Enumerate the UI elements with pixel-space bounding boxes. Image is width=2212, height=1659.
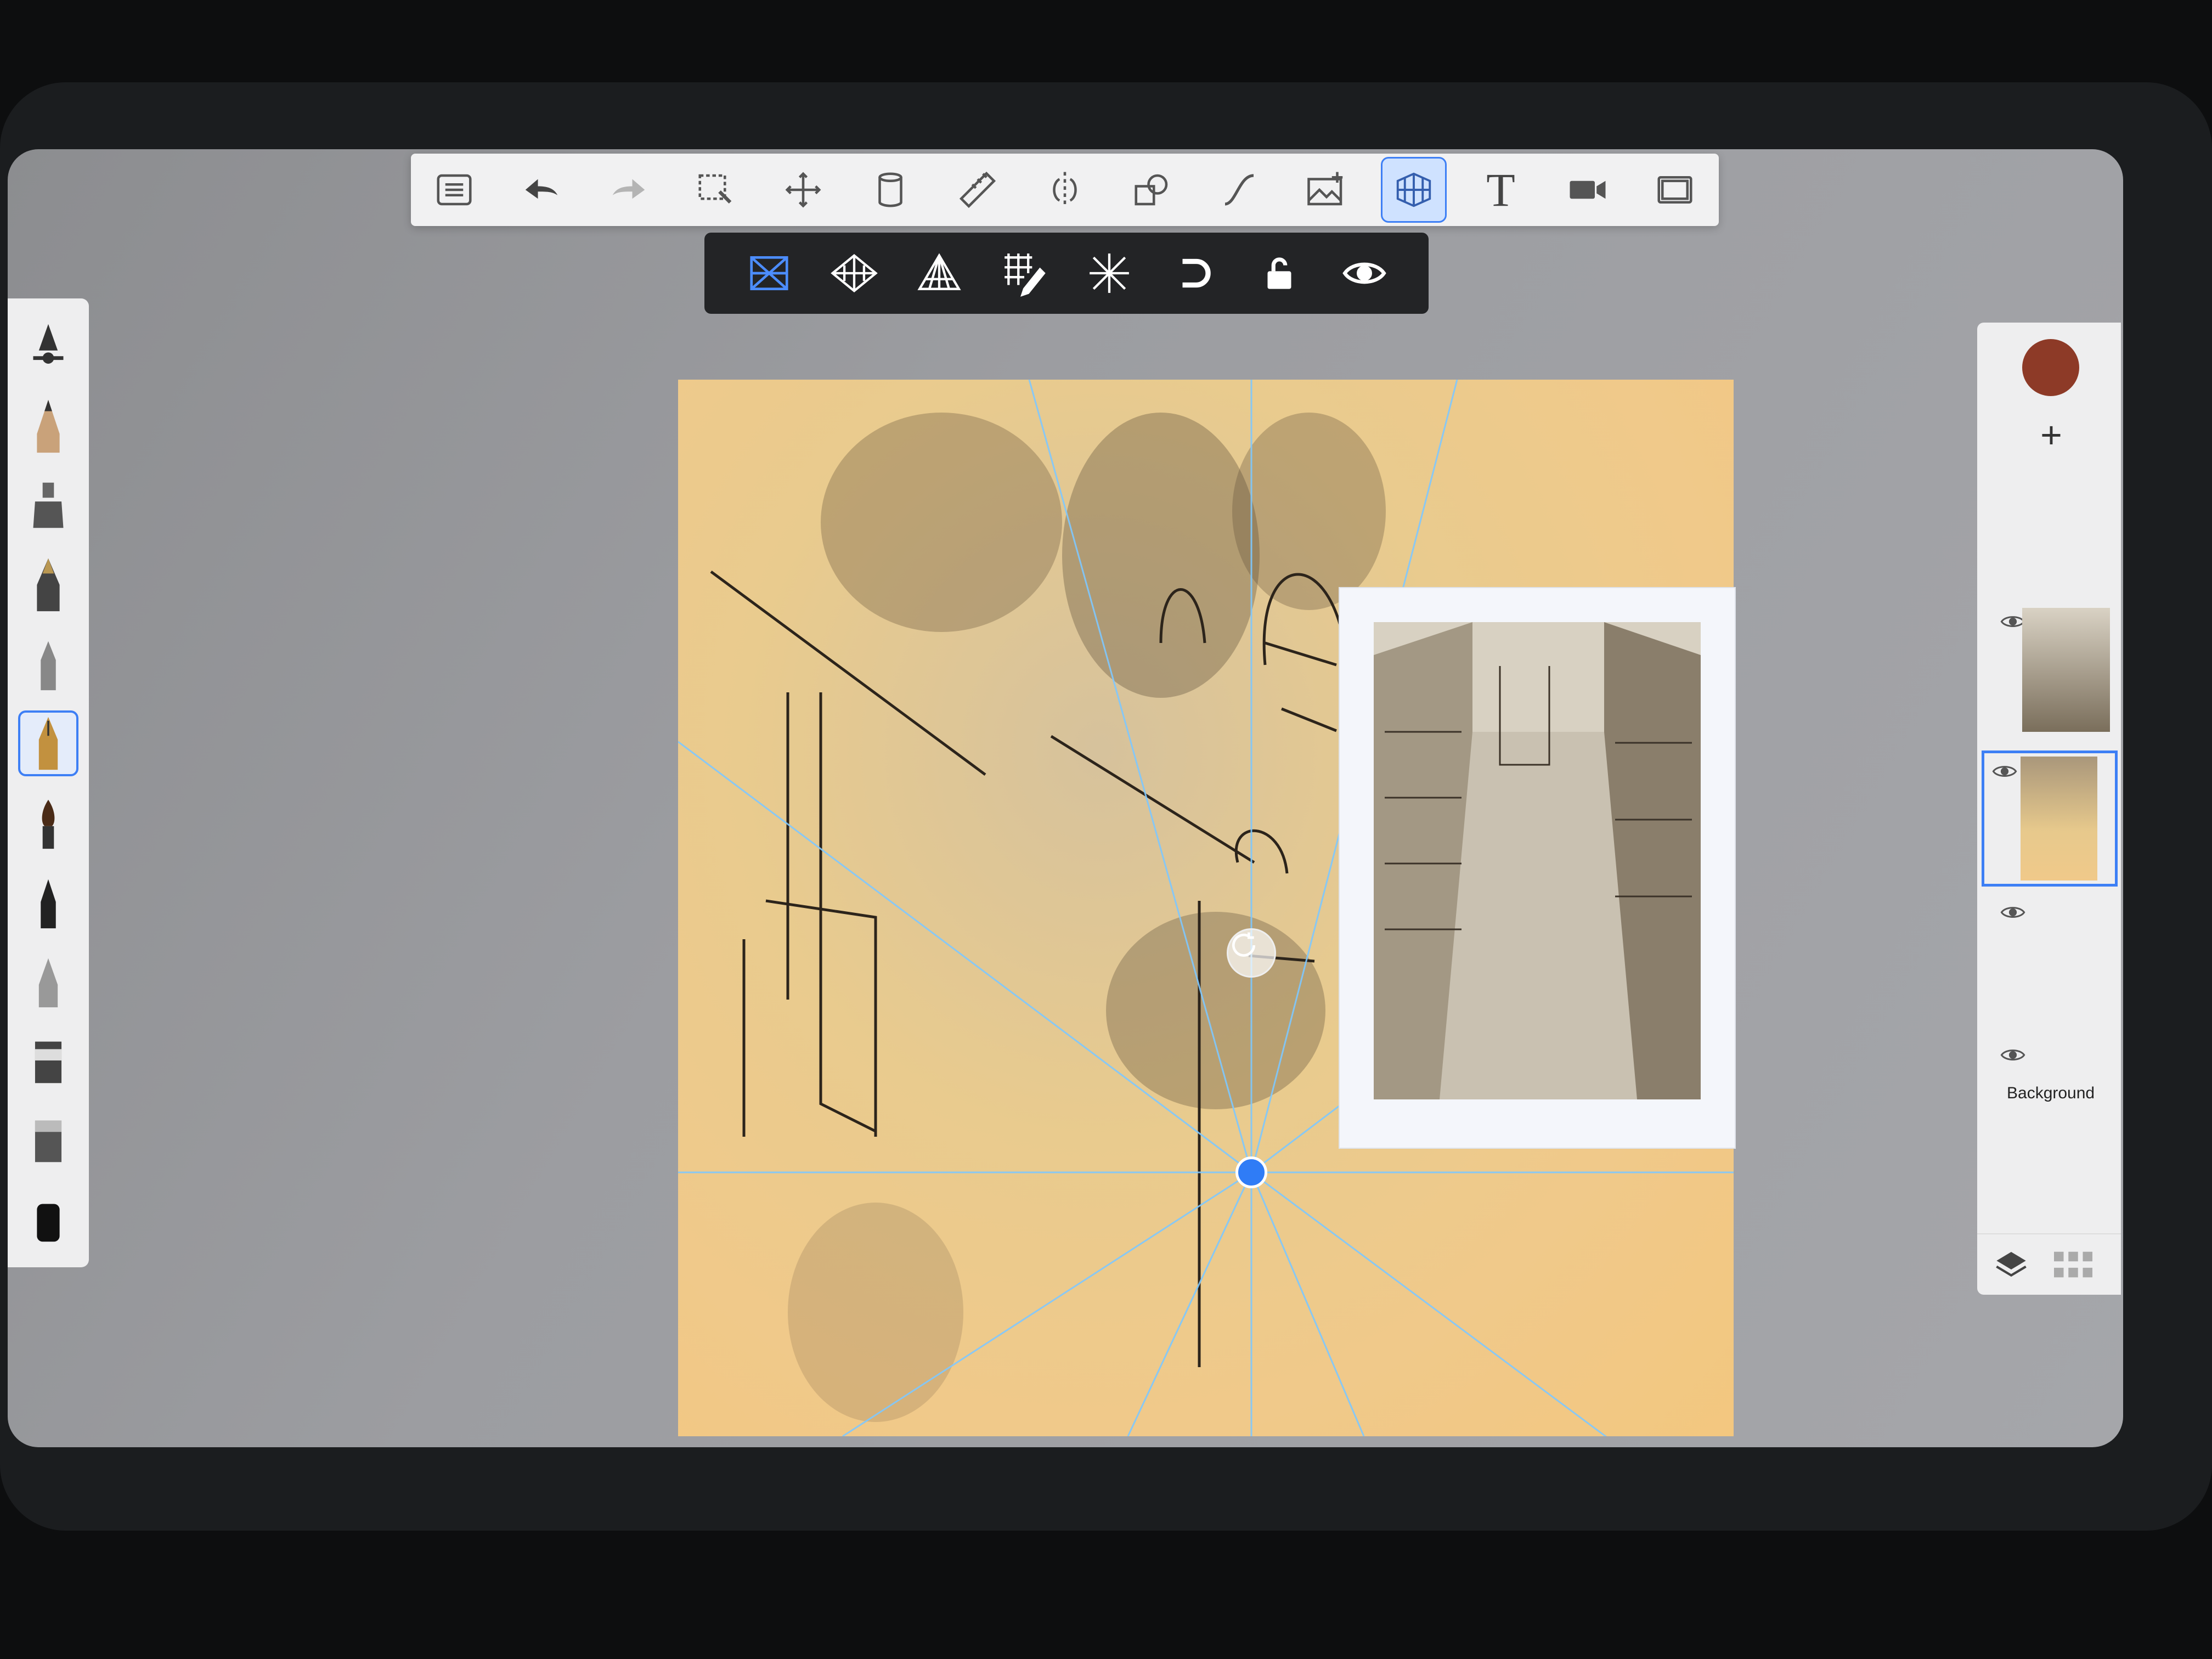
perspective-grid-icon bbox=[1396, 172, 1431, 207]
text-button[interactable]: T bbox=[1468, 157, 1534, 223]
selection-icon bbox=[698, 174, 732, 204]
two-point-perspective[interactable] bbox=[821, 240, 887, 306]
fill-button[interactable] bbox=[857, 157, 923, 223]
marker-icon bbox=[33, 483, 64, 528]
eraser-icon bbox=[37, 1204, 60, 1242]
brush-felt-tip[interactable] bbox=[18, 869, 78, 935]
three-point-icon bbox=[917, 253, 961, 290]
size-slider-icon bbox=[33, 324, 64, 364]
image-icon bbox=[1307, 172, 1342, 206]
list-icon bbox=[437, 174, 472, 206]
fill-icon bbox=[878, 172, 902, 207]
redo-button[interactable] bbox=[596, 157, 662, 223]
ink-pen-icon bbox=[37, 558, 60, 611]
two-point-icon bbox=[830, 253, 878, 293]
redo-icon bbox=[613, 179, 645, 199]
app-screen: T + Background bbox=[8, 149, 2123, 1447]
fullscreen-icon bbox=[1657, 176, 1692, 204]
visibility-toggle[interactable] bbox=[1331, 240, 1397, 306]
add-layer-button[interactable]: + bbox=[2032, 416, 2070, 454]
layer-sketch[interactable] bbox=[1982, 751, 2118, 887]
layers-footer bbox=[1977, 1233, 2121, 1295]
undo-icon bbox=[526, 179, 558, 199]
record-button[interactable] bbox=[1555, 157, 1621, 223]
reference-image[interactable] bbox=[1340, 588, 1735, 1148]
rotate-icon bbox=[1232, 932, 1255, 957]
eye-icon[interactable] bbox=[2000, 904, 2025, 921]
brush-fountain-pen[interactable] bbox=[18, 710, 78, 776]
brush-size-slider[interactable] bbox=[18, 314, 78, 380]
layer-background[interactable]: Background bbox=[1999, 1041, 2123, 1170]
ruler-button[interactable] bbox=[945, 157, 1011, 223]
brush-paintbrush[interactable] bbox=[18, 789, 78, 855]
symmetry-button[interactable] bbox=[1032, 157, 1098, 223]
fountain-pen-icon bbox=[38, 716, 58, 770]
paintbrush-icon bbox=[42, 800, 55, 849]
symmetry-icon bbox=[1053, 172, 1077, 208]
lock-toggle[interactable] bbox=[1246, 240, 1312, 306]
menu-button[interactable] bbox=[421, 157, 487, 223]
brush-palette bbox=[8, 298, 89, 1267]
color-swatch[interactable] bbox=[2022, 339, 2079, 396]
perspective-button[interactable] bbox=[1380, 157, 1447, 223]
snap-toggle[interactable] bbox=[1161, 240, 1227, 306]
grid-icon[interactable] bbox=[2054, 1251, 2092, 1278]
shapes-button[interactable] bbox=[1119, 157, 1185, 223]
transform-icon bbox=[785, 172, 821, 208]
brush-pencil[interactable] bbox=[18, 393, 78, 459]
brush-fineliner[interactable] bbox=[18, 631, 78, 697]
reference-photo bbox=[1374, 622, 1701, 1099]
rotate-handle[interactable] bbox=[1227, 928, 1276, 978]
smudge-icon bbox=[35, 1041, 62, 1083]
brush-ink-pen[interactable] bbox=[18, 552, 78, 618]
fullscreen-button[interactable] bbox=[1642, 157, 1708, 223]
brush-eraser[interactable] bbox=[18, 1186, 78, 1252]
felt-tip-icon bbox=[41, 879, 56, 928]
pencil-icon bbox=[37, 399, 60, 453]
curve-button[interactable] bbox=[1206, 157, 1272, 223]
layer-label: Background bbox=[2007, 1084, 2095, 1102]
main-toolbar: T bbox=[411, 154, 1719, 226]
brush-blender[interactable] bbox=[18, 1107, 78, 1172]
one-point-perspective[interactable] bbox=[736, 240, 802, 306]
layer-empty[interactable] bbox=[1999, 899, 2123, 1027]
video-icon bbox=[1570, 180, 1606, 199]
undo-button[interactable] bbox=[509, 157, 574, 223]
ruler-icon bbox=[959, 171, 996, 208]
one-point-icon bbox=[749, 256, 788, 290]
radial-guides[interactable] bbox=[1076, 240, 1142, 306]
layers-icon[interactable] bbox=[1994, 1249, 2029, 1282]
brush-airbrush[interactable] bbox=[18, 948, 78, 1014]
selection-button[interactable] bbox=[683, 157, 749, 223]
edit-grid[interactable] bbox=[991, 240, 1057, 306]
lock-icon bbox=[1267, 257, 1291, 289]
brush-smudge[interactable] bbox=[18, 1028, 78, 1093]
brush-marker[interactable] bbox=[18, 472, 78, 538]
eye-icon[interactable] bbox=[2000, 1047, 2025, 1063]
eye-icon bbox=[1342, 262, 1386, 284]
text-icon: T bbox=[1486, 163, 1515, 216]
magnet-icon bbox=[1182, 258, 1211, 288]
grid-pencil-icon bbox=[1004, 253, 1046, 297]
curve-icon bbox=[1224, 174, 1254, 206]
airbrush-icon bbox=[38, 958, 58, 1008]
transform-button[interactable] bbox=[770, 157, 836, 223]
eye-icon[interactable] bbox=[1992, 763, 2017, 780]
blender-icon bbox=[35, 1120, 62, 1163]
import-image-button[interactable] bbox=[1294, 157, 1359, 223]
three-point-perspective[interactable] bbox=[906, 240, 972, 306]
perspective-toolbar bbox=[704, 233, 1429, 314]
layers-panel: + Background bbox=[1977, 323, 2121, 1295]
layer-reference-photo[interactable] bbox=[1999, 608, 2123, 736]
shapes-icon bbox=[1135, 174, 1168, 206]
radial-icon bbox=[1089, 253, 1129, 293]
fineliner-icon bbox=[41, 641, 56, 691]
vanishing-point-handle[interactable] bbox=[1235, 1156, 1267, 1188]
